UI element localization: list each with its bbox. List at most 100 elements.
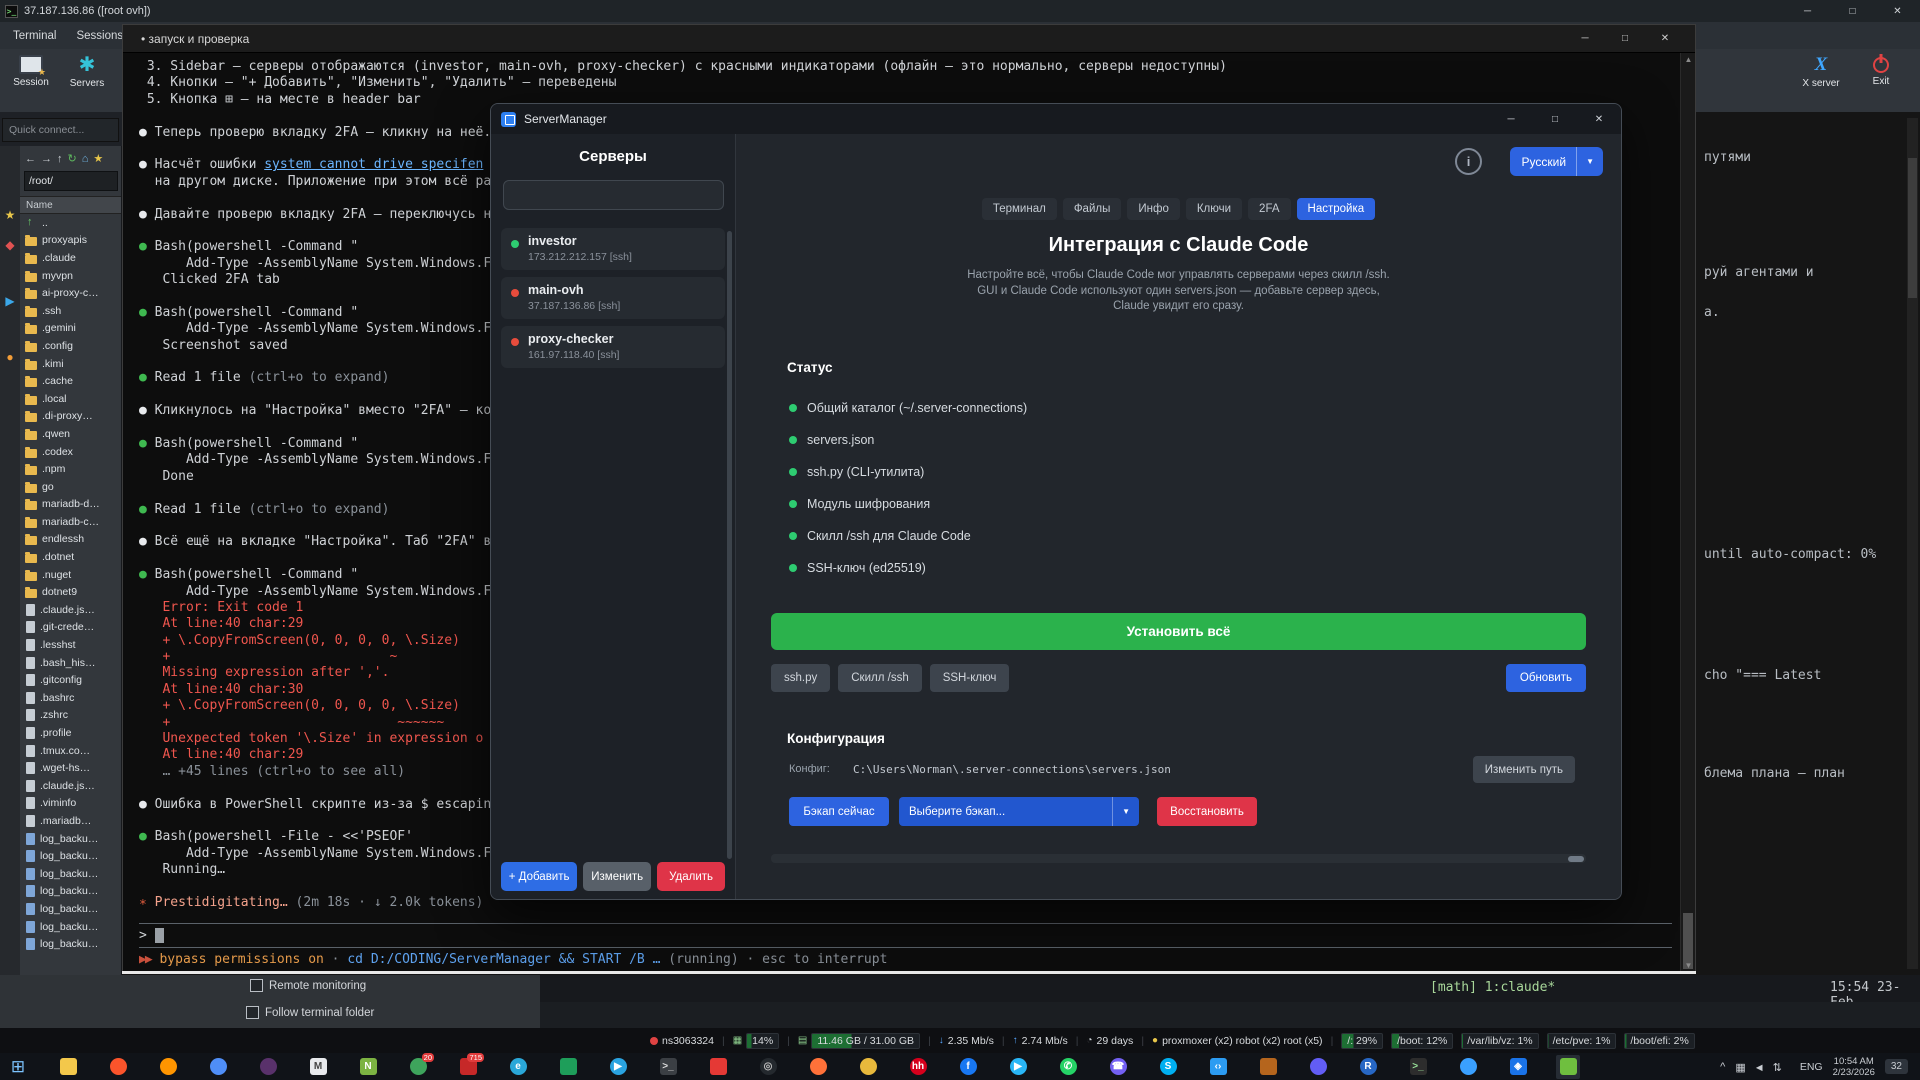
file-item[interactable]: .gitconfig (20, 671, 121, 689)
sm-close-button[interactable]: ✕ (1577, 104, 1621, 134)
macros-icon[interactable]: ◆ (0, 238, 20, 252)
file-item[interactable]: .profile (20, 724, 121, 742)
taskbar-quick-share-icon[interactable]: ◈ (1506, 1055, 1530, 1079)
back-icon[interactable]: ← (25, 153, 36, 165)
forward-icon[interactable]: → (41, 153, 52, 165)
file-item[interactable]: endlessh (20, 531, 121, 549)
file-item[interactable]: .nuget (20, 566, 121, 584)
taskbar-edge-icon[interactable]: e (506, 1055, 530, 1079)
file-item[interactable]: .wget-hs… (20, 759, 121, 777)
file-item[interactable]: ai-proxy-c… (20, 284, 121, 302)
file-item[interactable]: .config (20, 337, 121, 355)
session-button[interactable]: Session (4, 55, 58, 88)
file-item[interactable]: .lesshst (20, 636, 121, 654)
backup-select[interactable]: Выберите бэкап... ▼ (899, 797, 1139, 826)
scroll-down-icon[interactable]: ▼ (1681, 961, 1696, 970)
servers-button[interactable]: ✱ Servers (60, 55, 114, 89)
file-item[interactable]: dotnet9 (20, 583, 121, 601)
taskbar-facebook-icon[interactable]: f (956, 1055, 980, 1079)
file-item[interactable]: .tmux.co… (20, 742, 121, 760)
file-item[interactable]: log_backu… (20, 900, 121, 918)
taskbar-loom-icon[interactable] (1306, 1055, 1330, 1079)
file-item[interactable]: log_backu… (20, 847, 121, 865)
taskbar-chrome-icon[interactable]: 20 (406, 1055, 430, 1079)
clock[interactable]: 10:54 AM 2/23/2026 (1833, 1056, 1875, 1078)
install-all-button[interactable]: Установить всё (771, 613, 1586, 650)
taskbar-trading-app-icon[interactable]: 715 (456, 1055, 480, 1079)
exit-button[interactable]: Exit (1854, 55, 1908, 87)
menu-terminal[interactable]: Terminal (4, 27, 65, 45)
file-item[interactable]: .local (20, 390, 121, 408)
taskbar-cmd-icon[interactable]: >_ (656, 1055, 680, 1079)
terminal-maximize-button[interactable]: □ (1605, 25, 1645, 53)
tab-инфо[interactable]: Инфо (1127, 198, 1179, 220)
info-button[interactable]: i (1455, 148, 1482, 175)
restore-button[interactable]: Восстановить (1157, 797, 1257, 826)
file-item[interactable]: .dotnet (20, 548, 121, 566)
taskbar-notepad-plus-icon[interactable]: N (356, 1055, 380, 1079)
file-item[interactable]: log_backu… (20, 935, 121, 953)
install-tool-button-2[interactable]: SSH-ключ (930, 664, 1010, 692)
taskbar-zoom-icon[interactable] (1456, 1055, 1480, 1079)
taskbar-file-explorer-icon[interactable] (56, 1055, 80, 1079)
tools-icon[interactable]: ● (0, 350, 20, 364)
terminal-close-button[interactable]: ✕ (1645, 25, 1685, 53)
tab-2fa[interactable]: 2FA (1248, 198, 1290, 220)
path-input[interactable] (24, 171, 118, 191)
server-item-proxy-checker[interactable]: proxy-checker161.97.118.40 [ssh] (501, 326, 725, 368)
files-column-header[interactable]: Name (20, 196, 121, 214)
file-item[interactable]: .mariadb… (20, 812, 121, 830)
restore-button[interactable]: □ (1830, 0, 1875, 22)
tab-ключи[interactable]: Ключи (1186, 198, 1242, 220)
taskbar-chromium-icon[interactable] (206, 1055, 230, 1079)
delete-server-button[interactable]: Удалить (657, 862, 725, 891)
file-item[interactable]: log_backu… (20, 865, 121, 883)
file-item[interactable]: .gemini (20, 320, 121, 338)
taskbar-mail-app-icon[interactable]: M (306, 1055, 330, 1079)
volume-icon[interactable]: ◄ (1754, 1062, 1765, 1074)
quick-connect-input[interactable] (2, 118, 119, 142)
network-icon[interactable]: ⇅ (1773, 1062, 1782, 1074)
add-server-button[interactable]: + Добавить (501, 862, 577, 891)
file-item[interactable]: .claude.js… (20, 777, 121, 795)
file-item[interactable]: .bash_his… (20, 654, 121, 672)
file-item[interactable]: .git-crede… (20, 619, 121, 637)
notification-count[interactable]: 32 (1885, 1059, 1908, 1074)
terminal-titlebar[interactable]: • запуск и проверка ─ □ ✕ (123, 25, 1695, 53)
background-scrollbar[interactable] (1907, 118, 1918, 969)
close-button[interactable]: ✕ (1875, 0, 1920, 22)
sm-maximize-button[interactable]: □ (1533, 104, 1577, 134)
x-server-button[interactable]: X X server (1794, 55, 1848, 89)
refresh-icon[interactable]: ↻ (68, 153, 77, 165)
terminal-minimize-button[interactable]: ─ (1565, 25, 1605, 53)
file-item[interactable]: mariadb-d… (20, 496, 121, 514)
favorites-star-icon[interactable]: ★ (0, 208, 20, 222)
bookmark-icon[interactable]: ★ (93, 153, 103, 165)
file-item[interactable]: .viminfo (20, 795, 121, 813)
file-item[interactable]: .claude (20, 249, 121, 267)
taskbar-headhunter-icon[interactable]: hh (906, 1055, 930, 1079)
file-item[interactable]: .. (20, 214, 121, 232)
sm-minimize-button[interactable]: ─ (1489, 104, 1533, 134)
file-item[interactable]: myvpn (20, 267, 121, 285)
taskbar-sheets-icon[interactable] (556, 1055, 580, 1079)
file-item[interactable]: .cache (20, 372, 121, 390)
server-manager-titlebar[interactable]: ServerManager ─ □ ✕ (491, 104, 1621, 134)
backup-now-button[interactable]: Бэкап сейчас (789, 797, 889, 826)
tab-терминал[interactable]: Терминал (982, 198, 1057, 220)
remote-monitoring-toggle[interactable]: Remote monitoring (250, 979, 366, 992)
file-item[interactable]: .kimi (20, 355, 121, 373)
server-search-input[interactable] (503, 180, 724, 210)
taskbar-viber-icon[interactable]: ☎ (1106, 1055, 1130, 1079)
file-item[interactable]: .claude.js… (20, 601, 121, 619)
checkbox-icon[interactable] (250, 979, 263, 992)
tab-файлы[interactable]: Файлы (1063, 198, 1122, 220)
tab-настройка[interactable]: Настройка (1297, 198, 1376, 220)
install-tool-button-1[interactable]: Скилл /ssh (838, 664, 921, 692)
home-icon[interactable]: ⌂ (82, 153, 89, 165)
checkbox-icon[interactable] (246, 1006, 259, 1019)
taskbar-firefox-dev-icon[interactable] (806, 1055, 830, 1079)
taskbar-obs-icon[interactable]: ◎ (756, 1055, 780, 1079)
file-item[interactable]: log_backu… (20, 830, 121, 848)
taskbar-vscode-icon[interactable]: ‹› (1206, 1055, 1230, 1079)
